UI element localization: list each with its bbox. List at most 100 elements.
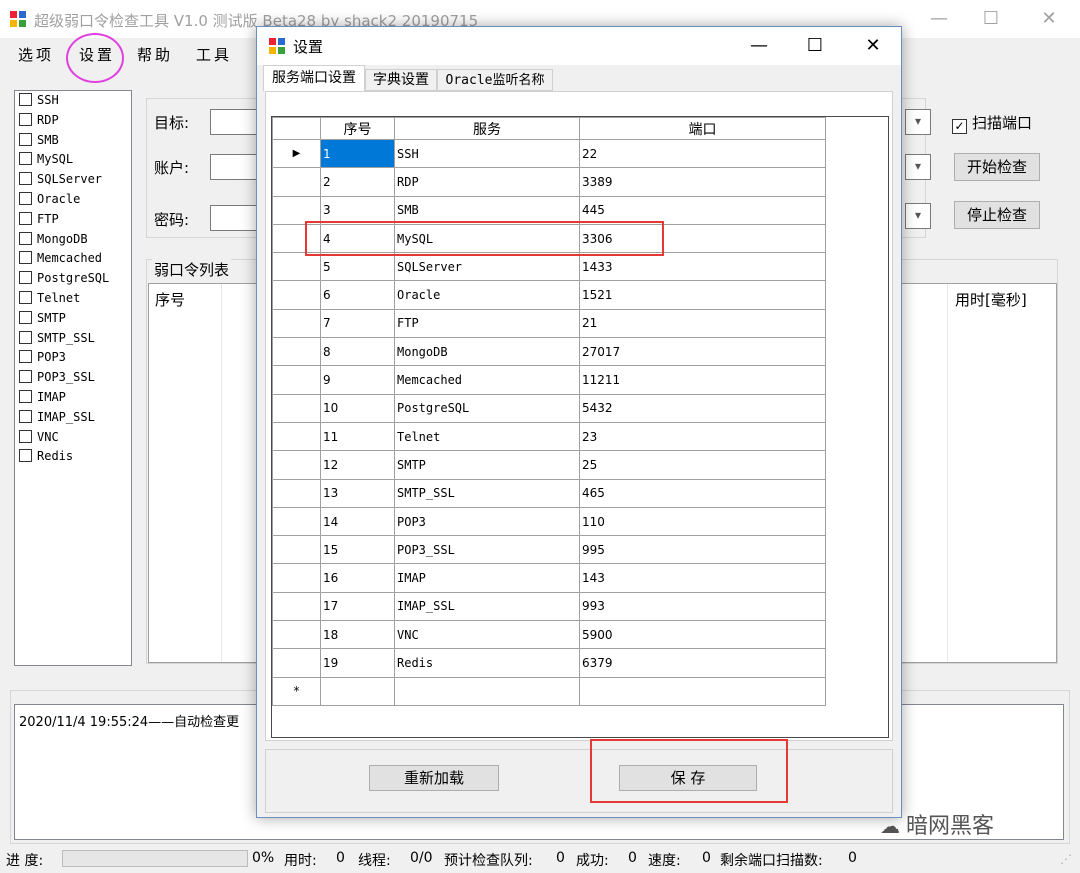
column-header-service[interactable]: 服务 [394,117,580,140]
service-checkbox-smb[interactable]: SMB [19,132,59,151]
cell-index[interactable]: 12 [320,450,395,480]
stop-check-button[interactable]: 停止检查 [954,201,1040,229]
service-checkbox-rdp[interactable]: RDP [19,112,59,131]
service-checkbox-mysql[interactable]: MySQL [19,152,73,170]
cell-index[interactable]: 13 [320,478,395,508]
cell-index[interactable]: 1 [320,138,395,169]
service-checkbox-imap-ssl[interactable]: IMAP_SSL [19,409,95,428]
cell-service[interactable]: IMAP_SSL [394,591,580,622]
minimize-button[interactable]: — [916,0,962,38]
cell-port[interactable]: 1433 [579,252,826,282]
maximize-button[interactable]: ☐ [968,0,1014,38]
table-row[interactable]: 7 FTP 21 [272,308,826,339]
scan-port-checkbox[interactable]: ✓ 扫描端口 [952,112,1032,134]
cell-service[interactable]: SMTP [394,450,580,480]
close-button[interactable]: ✕ [1026,0,1072,38]
target-dropdown-chevron-icon[interactable]: ▾ [905,109,931,135]
cell-index[interactable]: 17 [320,591,395,622]
cell-service[interactable]: PostgreSQL [394,393,580,423]
service-checkbox-pop3[interactable]: POP3 [19,350,66,368]
password-dropdown-chevron-icon[interactable]: ▾ [905,203,931,229]
cell-index[interactable]: 11 [320,421,395,452]
cell-port[interactable]: 5900 [579,620,826,650]
service-checkbox-vnc[interactable]: VNC [19,429,59,448]
dialog-maximize-button[interactable]: ☐ [787,27,843,65]
service-port-grid[interactable]: 序号 服务 端口 ▶ 1 SSH 22 2 RDP 3389 3 SMB 445 4 MySQL… [271,116,889,738]
cell-service[interactable]: POP3 [394,506,580,537]
cell-service[interactable]: Telnet [394,421,580,452]
table-row[interactable]: 16 IMAP 143 [272,563,826,593]
cell-port[interactable]: 27017 [579,337,826,367]
service-checkbox-ssh[interactable]: SSH [19,93,59,111]
cell-service[interactable]: Redis [394,648,580,678]
service-checkbox-mongodb[interactable]: MongoDB [19,231,88,250]
cell-service[interactable]: FTP [394,308,580,339]
cell-index[interactable]: 9 [320,365,395,395]
cell-service[interactable]: Oracle [394,280,580,310]
column-header-port[interactable]: 端口 [579,117,826,140]
table-row[interactable]: 15 POP3_SSL 995 [272,535,826,565]
resize-grip-icon[interactable]: ⋰ [1060,852,1072,866]
table-row[interactable]: 6 Oracle 1521 [272,280,826,310]
cell-port[interactable]: 993 [579,591,826,622]
table-row[interactable]: 13 SMTP_SSL 465 [272,478,826,508]
cell-service[interactable]: RDP [394,167,580,197]
cell-port[interactable]: 25 [579,450,826,480]
cell-service[interactable]: SSH [394,138,580,169]
cell-port[interactable]: 21 [579,308,826,339]
cell-port[interactable]: 3389 [579,167,826,197]
column-header-time[interactable]: 用时[毫秒] [955,289,1027,310]
cell-port[interactable]: 22 [579,138,826,169]
cell-index[interactable]: 10 [320,393,395,423]
tab-service-ports[interactable]: 服务端口设置 [263,65,365,92]
service-checkbox-pop3-ssl[interactable]: POP3_SSL [19,370,95,388]
service-checkbox-redis[interactable]: Redis [19,449,73,467]
table-row[interactable]: 11 Telnet 23 [272,421,826,452]
column-header-index[interactable]: 序号 [320,117,395,140]
cell-service[interactable]: POP3_SSL [394,535,580,565]
service-checkbox-oracle[interactable]: Oracle [19,192,80,210]
cell-index[interactable]: 6 [320,280,395,310]
cell-port[interactable]: 1521 [579,280,826,310]
dialog-close-button[interactable]: ✕ [845,27,901,65]
menu-options[interactable]: 选项 [18,44,54,65]
menu-tools[interactable]: 工具 [196,44,232,65]
cell-index[interactable]: 2 [320,167,395,197]
cell-port[interactable] [579,676,826,706]
cell-service[interactable]: SQLServer [394,252,580,282]
cell-index[interactable] [320,676,395,706]
account-dropdown-chevron-icon[interactable]: ▾ [905,154,931,180]
start-check-button[interactable]: 开始检查 [954,153,1040,181]
service-checkbox-imap[interactable]: IMAP [19,390,66,408]
table-row[interactable]: 8 MongoDB 27017 [272,337,826,367]
cell-port[interactable]: 5432 [579,393,826,423]
cell-service[interactable]: SMTP_SSL [394,478,580,508]
cell-index[interactable]: 19 [320,648,395,678]
service-checkbox-memcached[interactable]: Memcached [19,251,102,269]
cell-port[interactable]: 110 [579,506,826,537]
service-checkbox-smtp[interactable]: SMTP [19,310,66,329]
reload-button[interactable]: 重新加载 [369,765,499,791]
cell-index[interactable]: 15 [320,535,395,565]
cell-port[interactable]: 6379 [579,648,826,678]
cell-index[interactable]: 14 [320,506,395,537]
cell-port[interactable]: 143 [579,563,826,593]
cell-service[interactable]: MongoDB [394,337,580,367]
service-checkbox-postgresql[interactable]: PostgreSQL [19,271,109,289]
dialog-minimize-button[interactable]: — [731,27,787,65]
table-row[interactable]: 14 POP3 110 [272,506,826,537]
service-checkbox-sqlserver[interactable]: SQLServer [19,172,102,190]
cell-service[interactable]: IMAP [394,563,580,593]
table-row[interactable]: ▶ 1 SSH 22 [272,138,826,169]
cell-index[interactable]: 8 [320,337,395,367]
table-row[interactable]: 18 VNC 5900 [272,620,826,650]
service-checkbox-telnet[interactable]: Telnet [19,291,80,309]
cell-service[interactable]: Memcached [394,365,580,395]
cell-port[interactable]: 23 [579,421,826,452]
column-header-index[interactable]: 序号 [155,289,185,310]
service-checkbox-ftp[interactable]: FTP [19,211,59,230]
menu-help[interactable]: 帮助 [137,44,173,65]
table-row[interactable]: 19 Redis 6379 [272,648,826,678]
cell-index[interactable]: 5 [320,252,395,282]
table-row[interactable]: 5 SQLServer 1433 [272,252,826,282]
